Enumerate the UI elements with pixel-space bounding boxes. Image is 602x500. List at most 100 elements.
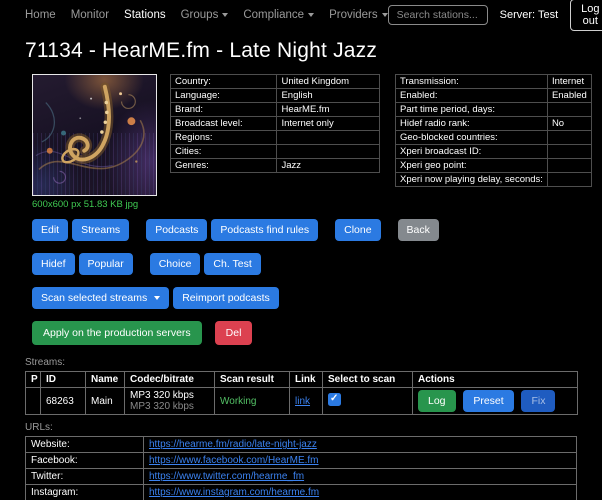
info-value	[547, 103, 591, 117]
table-row: Xperi geo point:	[396, 159, 592, 173]
twitter-link[interactable]: https://www.twitter.com/hearme_fm	[149, 471, 304, 482]
info-value	[277, 131, 380, 145]
station-cover-image	[32, 74, 157, 196]
info-value	[547, 131, 591, 145]
url-row: Facebook: https://www.facebook.com/HearM…	[26, 453, 577, 469]
page-title: 71134 - HearME.fm - Late Night Jazz	[25, 39, 577, 63]
table-row: Language:English	[171, 89, 380, 103]
table-row: Country:United Kingdom	[171, 75, 380, 89]
url-value-cell: https://www.twitter.com/hearme_fm	[144, 469, 577, 485]
action-buttons-area: Edit Streams Podcasts Podcasts find rule…	[32, 219, 577, 345]
back-button[interactable]: Back	[398, 219, 439, 241]
nav-item-home[interactable]: Home	[25, 9, 56, 21]
nav-item-compliance-label: Compliance	[243, 9, 304, 21]
facebook-link[interactable]: https://www.facebook.com/HearME.fm	[149, 455, 319, 466]
url-label: Website:	[26, 437, 144, 453]
info-value	[547, 173, 591, 187]
podcasts-button[interactable]: Podcasts	[146, 219, 207, 241]
column-header: Codec/bitrate	[125, 372, 215, 388]
info-value	[547, 159, 591, 173]
info-label: Xperi geo point:	[396, 159, 548, 173]
table-row: Brand:HearME.fm	[171, 103, 380, 117]
scan-selected-streams-label: Scan selected streams	[41, 292, 147, 304]
choice-button[interactable]: Choice	[150, 253, 201, 275]
apply-production-button[interactable]: Apply on the production servers	[32, 321, 202, 345]
table-row: Enabled:Enabled	[396, 89, 592, 103]
info-value: Internet	[547, 75, 591, 89]
nav-item-stations-label: Stations	[124, 9, 166, 21]
url-label: Facebook:	[26, 453, 144, 469]
nav-item-groups-label: Groups	[181, 9, 219, 21]
stream-link-cell: link	[290, 388, 323, 415]
info-label: Brand:	[171, 103, 277, 117]
info-label: Genres:	[171, 159, 277, 173]
streams-button[interactable]: Streams	[72, 219, 129, 241]
urls-section: URLs: Website: https://hearme.fm/radio/l…	[25, 422, 577, 500]
column-header: P	[26, 372, 41, 388]
search-input[interactable]	[388, 5, 488, 25]
table-row: Broadcast level:Internet only	[171, 117, 380, 131]
nav-item-groups[interactable]: Groups	[181, 9, 229, 21]
nav-item-stations[interactable]: Stations	[124, 9, 166, 21]
ch-test-button[interactable]: Ch. Test	[204, 253, 260, 275]
url-label: Twitter:	[26, 469, 144, 485]
column-header: Link	[290, 372, 323, 388]
stream-link[interactable]: link	[295, 396, 310, 407]
column-header: Select to scan	[323, 372, 413, 388]
server-label: Server: Test	[500, 9, 559, 21]
urls-table: Website: https://hearme.fm/radio/late-ni…	[25, 436, 577, 500]
column-header: Name	[86, 372, 125, 388]
instagram-link[interactable]: https://www.instagram.com/hearme.fm	[149, 487, 319, 498]
preset-button[interactable]: Preset	[463, 390, 513, 412]
station-info-section: 600x600 px 51.83 KB jpg Country:United K…	[25, 74, 577, 210]
nav-item-providers[interactable]: Providers	[329, 9, 388, 21]
button-row-2: Hidef Popular Choice Ch. Test	[32, 253, 577, 275]
nav-item-compliance[interactable]: Compliance	[243, 9, 314, 21]
clone-button[interactable]: Clone	[335, 219, 380, 241]
edit-button[interactable]: Edit	[32, 219, 68, 241]
info-label: Geo-blocked countries:	[396, 131, 548, 145]
chevron-down-icon	[154, 296, 160, 300]
url-label: Instagram:	[26, 485, 144, 500]
scan-selected-streams-dropdown[interactable]: Scan selected streams	[32, 287, 169, 309]
delete-button[interactable]: Del	[215, 321, 253, 345]
select-to-scan-checkbox[interactable]	[328, 393, 341, 406]
log-button[interactable]: Log	[418, 390, 456, 412]
nav-right: Server: Test Log out	[388, 0, 602, 31]
streams-section: Streams: P ID Name Codec/bitrate Scan re…	[25, 357, 577, 415]
button-row-3: Scan selected streams Reimport podcasts	[32, 287, 577, 309]
info-label: Hidef radio rank:	[396, 117, 548, 131]
url-row: Website: https://hearme.fm/radio/late-ni…	[26, 437, 577, 453]
streams-table: P ID Name Codec/bitrate Scan result Link…	[25, 371, 578, 415]
saxophone-artwork	[33, 75, 156, 195]
stream-row: 68263 Main MP3 320 kbps MP3 320 kbps Wor…	[26, 388, 578, 415]
hidef-button[interactable]: Hidef	[32, 253, 75, 275]
info-label: Country:	[171, 75, 277, 89]
select-to-scan-cell	[323, 388, 413, 415]
info-label: Language:	[171, 89, 277, 103]
reimport-podcasts-button[interactable]: Reimport podcasts	[173, 287, 279, 309]
website-link[interactable]: https://hearme.fm/radio/late-night-jazz	[149, 439, 317, 450]
table-row: Transmission:Internet	[396, 75, 592, 89]
table-row: Regions:	[171, 131, 380, 145]
fix-button[interactable]: Fix	[521, 390, 555, 412]
url-row: Twitter: https://www.twitter.com/hearme_…	[26, 469, 577, 485]
button-row-4: Apply on the production servers Del	[32, 321, 577, 345]
info-value: HearME.fm	[277, 103, 380, 117]
station-info-table-left: Country:United Kingdom Language:English …	[170, 74, 380, 173]
info-value: Enabled	[547, 89, 591, 103]
stream-id-cell: 68263	[41, 388, 86, 415]
column-header: ID	[41, 372, 86, 388]
podcasts-find-rules-button[interactable]: Podcasts find rules	[211, 219, 318, 241]
info-label: Xperi broadcast ID:	[396, 145, 548, 159]
stream-actions-cell: Log Preset Fix	[413, 388, 578, 415]
info-value: Jazz	[277, 159, 380, 173]
popular-button[interactable]: Popular	[79, 253, 133, 275]
info-label: Regions:	[171, 131, 277, 145]
logout-button[interactable]: Log out	[570, 0, 602, 31]
button-row-1: Edit Streams Podcasts Podcasts find rule…	[32, 219, 577, 241]
url-row: Instagram: https://www.instagram.com/hea…	[26, 485, 577, 500]
table-row: Xperi now playing delay, seconds:	[396, 173, 592, 187]
nav-item-monitor[interactable]: Monitor	[71, 9, 109, 21]
info-value	[277, 145, 380, 159]
